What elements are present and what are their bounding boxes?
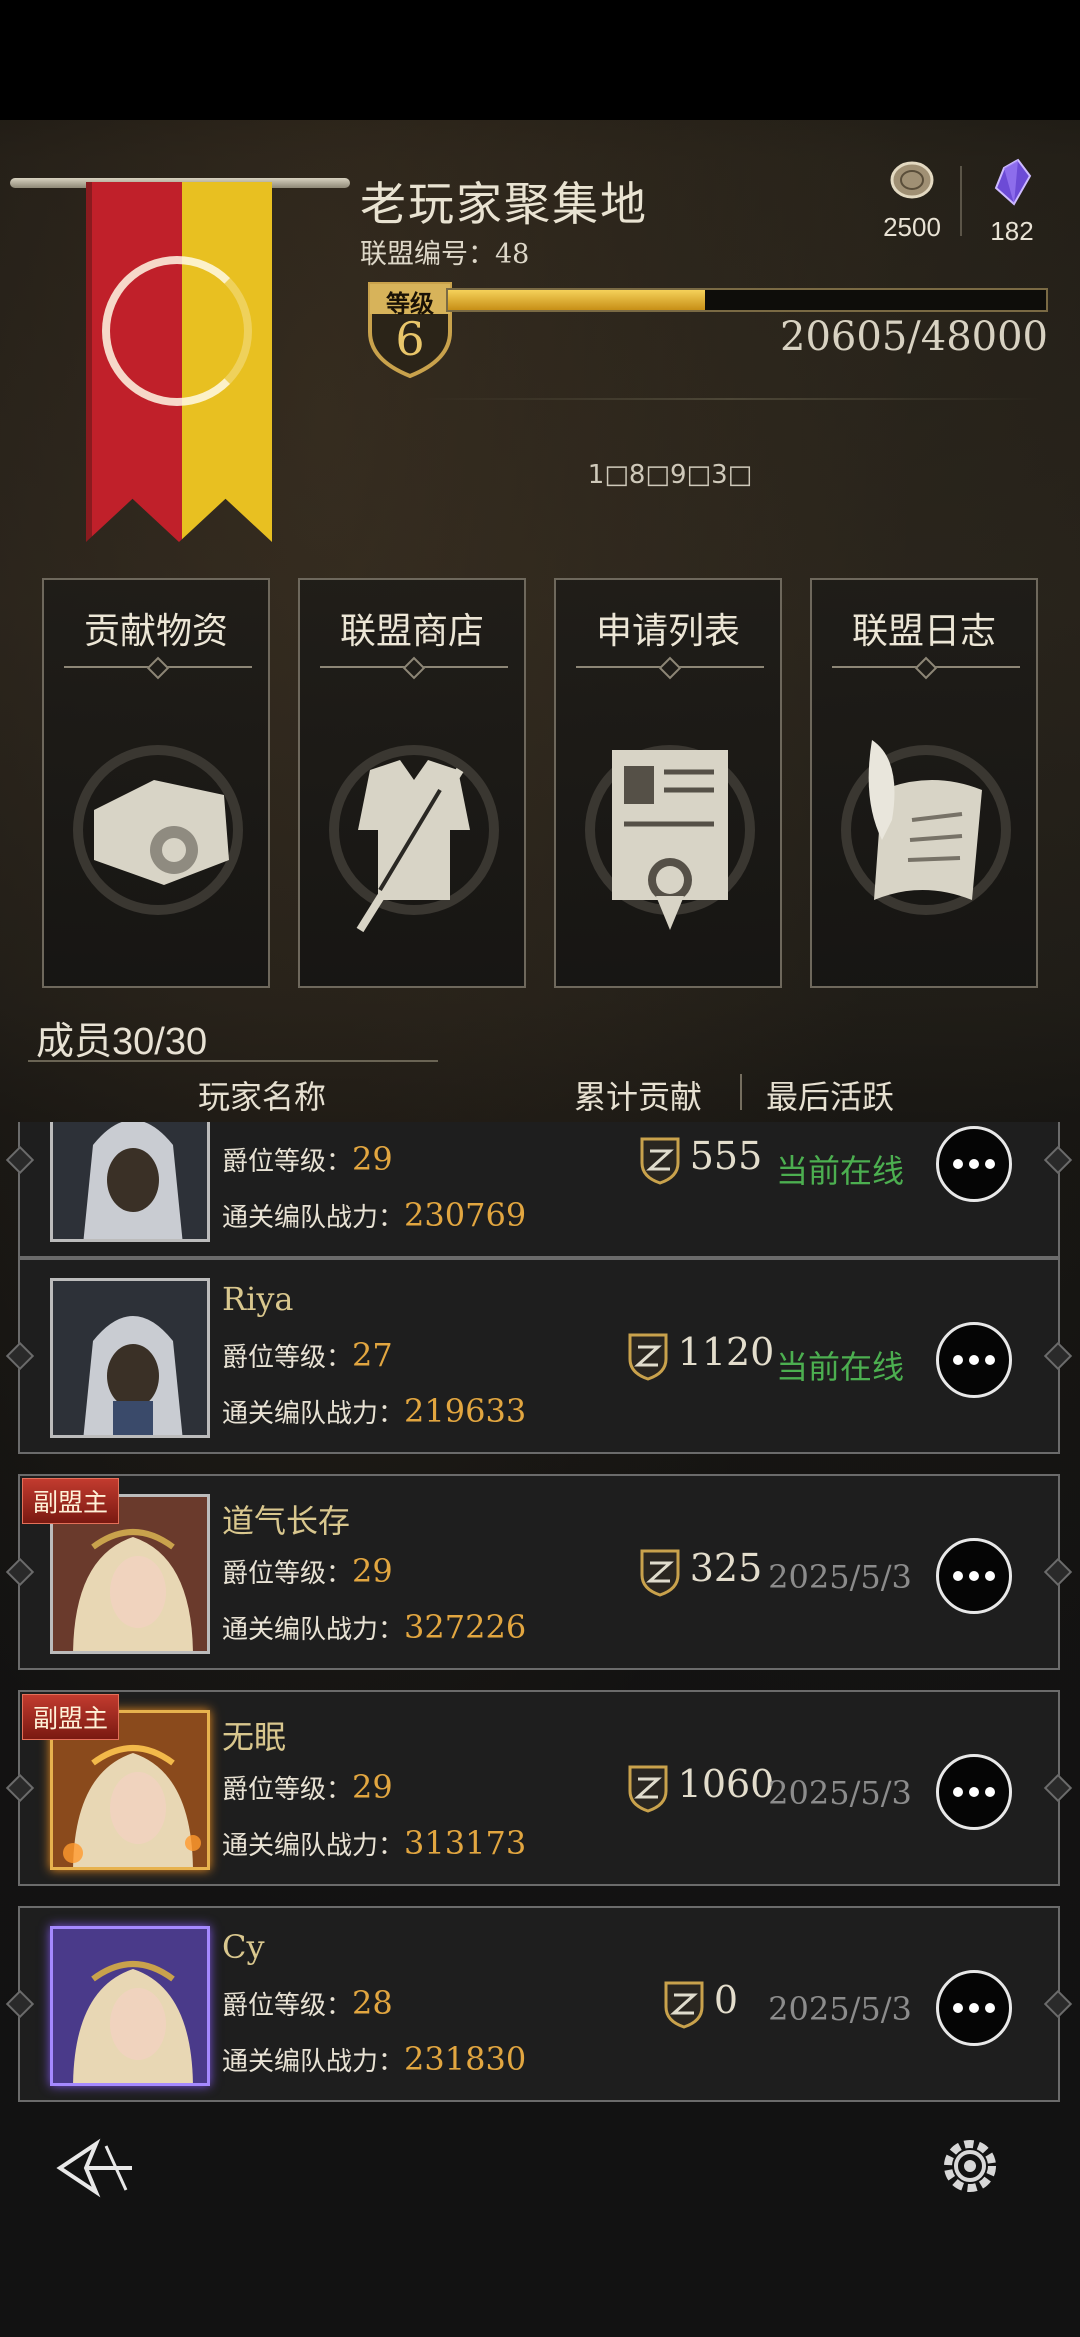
hooded-figure-portrait (53, 1122, 207, 1239)
alliance-id: 联盟编号：48 (360, 239, 530, 270)
application-list-button[interactable]: 申请列表 (554, 578, 782, 988)
player-rank: 爵位等级：29 (222, 1140, 393, 1178)
back-icon[interactable] (56, 2136, 136, 2200)
supplies-icon (73, 745, 243, 915)
vice-leader-badge: 副盟主 (22, 1694, 120, 1740)
quill-scroll-icon (841, 740, 1011, 915)
contribute-supplies-button[interactable]: 贡献物资 (42, 578, 270, 988)
card-title: 贡献物资 (83, 611, 228, 652)
status-bar-area (0, 0, 1080, 120)
coin-resource[interactable]: 2500 (872, 158, 952, 243)
member-row[interactable]: Riya 爵位等级：27 通关编队战力：219633 1120 当前在线 (18, 1258, 1060, 1454)
avatar[interactable] (50, 1926, 210, 2086)
player-rank: 爵位等级：27 (222, 1336, 393, 1374)
player-power: 通关编队战力：313173 (222, 1824, 527, 1862)
gem-count: 182 (990, 216, 1034, 246)
alliance-log-button[interactable]: 联盟日志 (810, 578, 1038, 988)
member-row[interactable]: 爵位等级：29 通关编队战力：230769 555 当前在线 (18, 1122, 1060, 1258)
contribution-shield-icon (628, 1333, 668, 1381)
coin-count: 2500 (883, 212, 941, 242)
more-options-button[interactable] (936, 1970, 1012, 2046)
vice-leader-badge: 副盟主 (22, 1478, 120, 1524)
gem-icon (994, 158, 1032, 206)
card-title: 联盟日志 (851, 611, 996, 652)
contribution-shield-icon (640, 1549, 680, 1597)
member-list[interactable]: 爵位等级：29 通关编队战力：230769 555 当前在线 Riya 爵位等级… (0, 1122, 1080, 2122)
card-title: 联盟商店 (339, 611, 484, 652)
resource-divider (960, 166, 962, 236)
card-divider (320, 666, 508, 668)
player-name: 道气长存 (222, 1502, 351, 1540)
alliance-shop-button[interactable]: 联盟商店 (298, 578, 526, 988)
more-options-button[interactable] (936, 1322, 1012, 1398)
avatar[interactable] (50, 1278, 210, 1438)
contribution-shield-icon (664, 1981, 704, 2029)
card-divider (576, 666, 764, 668)
gear-icon[interactable] (934, 2130, 1006, 2202)
level-badge: 等级 6 (364, 280, 456, 380)
player-rank: 爵位等级：28 (222, 1984, 393, 2022)
members-count: 成员30/30 (36, 1021, 208, 1063)
player-rank: 爵位等级：29 (222, 1552, 393, 1590)
member-row[interactable]: Cy 爵位等级：28 通关编队战力：231830 0 2025/5/3 (18, 1906, 1060, 2102)
avatar[interactable] (50, 1122, 210, 1242)
card-divider (64, 666, 252, 668)
player-power: 通关编队战力：230769 (222, 1196, 527, 1234)
coin-icon (890, 161, 934, 199)
xp-progress-fill (448, 290, 705, 310)
header-divider (420, 398, 1040, 400)
last-active: 当前在线 (775, 1349, 904, 1385)
player-power: 通关编队战力：327226 (222, 1608, 527, 1646)
member-row[interactable]: 副盟主 道气长存 爵位等级：29 通关编队战力：327226 325 2025/… (18, 1474, 1060, 1670)
player-rank: 爵位等级：29 (222, 1768, 393, 1806)
alliance-notice: 1□8□9□3□ (587, 460, 753, 490)
alliance-screen: 老玩家聚集地 联盟编号：48 2500 182 等级 6 20605/48000… (0, 0, 1080, 2337)
hooded-figure-portrait (53, 1281, 207, 1435)
contribution-shield-icon (628, 1765, 668, 1813)
crowned-hero-portrait (53, 1929, 207, 2083)
player-power: 通关编队战力：219633 (222, 1392, 527, 1430)
player-name: Riya (222, 1280, 294, 1318)
last-active: 2025/5/3 (768, 1990, 912, 2028)
xp-text: 20605/48000 (780, 314, 1048, 360)
column-header-last-active[interactable]: 最后活跃 (766, 1072, 894, 1118)
members-divider (28, 1060, 438, 1062)
last-active: 当前在线 (775, 1153, 904, 1189)
last-active: 2025/5/3 (768, 1558, 912, 1596)
player-power: 通关编队战力：231830 (222, 2040, 527, 2078)
player-name: 无眠 (222, 1718, 287, 1756)
card-divider (832, 666, 1020, 668)
xp-progress-bar (446, 288, 1048, 312)
player-name: Cy (222, 1928, 265, 1966)
alliance-name: 老玩家聚集地 (360, 177, 648, 231)
contribution-shield-icon (640, 1137, 680, 1185)
more-options-button[interactable] (936, 1126, 1012, 1202)
level-number: 6 (395, 312, 425, 366)
last-active: 2025/5/3 (768, 1774, 912, 1812)
column-header-name[interactable]: 玩家名称 (198, 1072, 326, 1118)
more-options-button[interactable] (936, 1754, 1012, 1830)
column-separator (740, 1074, 742, 1110)
member-row[interactable]: 副盟主 无眠 爵位等级：29 通关编队战力：313173 1060 2025/5… (18, 1690, 1060, 1886)
card-title: 申请列表 (595, 611, 740, 652)
more-options-button[interactable] (936, 1538, 1012, 1614)
armor-sword-icon (329, 745, 499, 933)
alliance-banner[interactable] (0, 160, 360, 542)
application-document-icon (585, 745, 755, 930)
banner-emblem-icon (102, 256, 252, 406)
gem-resource[interactable]: 182 (972, 158, 1052, 247)
column-header-contribution[interactable]: 累计贡献 (574, 1072, 702, 1118)
